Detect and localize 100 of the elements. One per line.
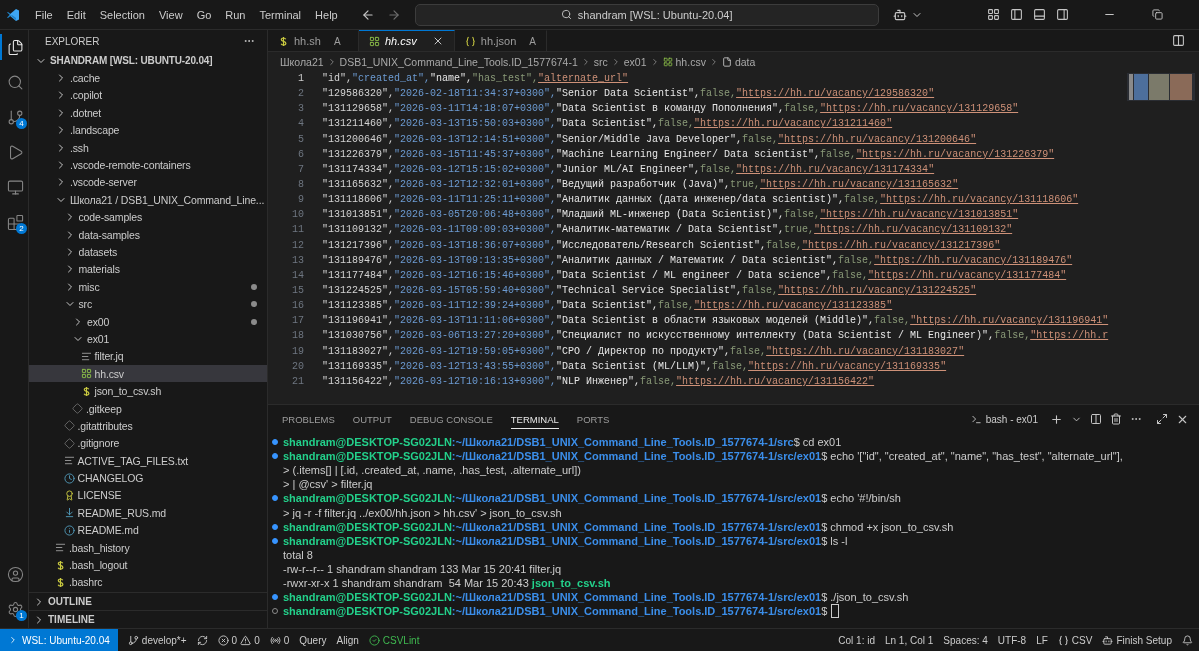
- branch-status[interactable]: develop*+: [127, 634, 187, 646]
- url-link[interactable]: "https://hh.ru/vacancy/131013851": [820, 209, 1019, 221]
- url-link[interactable]: "https://hh.ru/vacancy/131123385": [694, 300, 893, 312]
- url-link[interactable]: "https://hh.ru/vacancy/131165632": [760, 179, 959, 191]
- breadcrumb-item[interactable]: DSB1_UNIX_Command_Line_Tools.ID_1577674-1: [339, 55, 578, 68]
- url-link[interactable]: "https://hh.ru/vacancy/131183027": [766, 345, 965, 357]
- url-link[interactable]: "https://hh.ru/vacancy/131174334": [736, 163, 935, 175]
- url-link[interactable]: "https://hh.ru/vacancy/129586320": [736, 88, 935, 100]
- setup-status[interactable]: Finish Setup: [1102, 634, 1172, 646]
- copilot-icon[interactable]: [892, 7, 907, 22]
- tree-item[interactable]: CHANGELOG: [29, 469, 267, 487]
- tree-item[interactable]: ex00: [29, 312, 267, 331]
- tree-item[interactable]: code-samples: [29, 208, 267, 226]
- status-item[interactable]: Query: [299, 634, 327, 646]
- panel-tab[interactable]: PORTS: [576, 409, 610, 429]
- trash-icon[interactable]: [1110, 413, 1122, 425]
- url-link[interactable]: "alternate_url": [538, 73, 629, 85]
- maximize-icon[interactable]: [1156, 413, 1168, 425]
- sidebar-toggle-icon[interactable]: [1010, 8, 1023, 21]
- url-link[interactable]: "https://hh.ru/vacancy/131169335": [748, 360, 947, 372]
- url-link[interactable]: "https://hh.ru/vacancy/131109132": [814, 224, 1013, 236]
- bell-icon[interactable]: [1182, 634, 1193, 646]
- tree-item[interactable]: src: [29, 295, 267, 313]
- panel-toggle-icon[interactable]: [1033, 8, 1046, 21]
- section-header[interactable]: OUTLINE: [29, 592, 267, 610]
- command-status-dot[interactable]: [272, 453, 278, 460]
- tree-item[interactable]: README_RUS.md: [29, 504, 267, 522]
- url-link[interactable]: "https://hh.ru/vacancy/131118606": [880, 194, 1079, 206]
- csvlint-status[interactable]: CSVLint: [368, 634, 420, 646]
- sync-icon[interactable]: [196, 634, 208, 646]
- status-item[interactable]: UTF-8: [997, 634, 1027, 646]
- tree-item[interactable]: .gitignore: [29, 434, 267, 452]
- tree-item[interactable]: .bash_logout: [29, 556, 267, 574]
- command-status-dot[interactable]: [272, 439, 278, 446]
- status-item[interactable]: Ln 1, Col 1: [884, 634, 934, 646]
- remote-indicator[interactable]: WSL: Ubuntu-20.04: [0, 629, 118, 651]
- command-status-dot[interactable]: [272, 495, 278, 502]
- panel-tab[interactable]: OUTPUT: [352, 409, 392, 429]
- tree-item[interactable]: README.md: [29, 521, 267, 539]
- tree-item[interactable]: .cache: [29, 69, 267, 87]
- tree-item[interactable]: .copilot: [29, 86, 267, 105]
- tree-item[interactable]: materials: [29, 260, 267, 279]
- url-link[interactable]: "https://hh.ru/vacancy/131224525": [778, 285, 977, 297]
- menu-item[interactable]: Edit: [61, 6, 91, 23]
- menu-item[interactable]: Terminal: [254, 6, 307, 23]
- panel-tab[interactable]: PROBLEMS: [282, 409, 335, 429]
- tree-item[interactable]: datasets: [29, 243, 267, 261]
- tree-item[interactable]: ex01: [29, 330, 267, 348]
- status-item[interactable]: Align: [336, 634, 359, 646]
- url-link[interactable]: "https://hh.ru/vacancy/131189476": [874, 254, 1073, 266]
- ports-status[interactable]: 0: [269, 634, 290, 646]
- split-terminal-icon[interactable]: [1090, 413, 1102, 425]
- back-arrow-icon[interactable]: [360, 7, 375, 22]
- url-link[interactable]: "https://hh.r: [1030, 330, 1109, 342]
- tree-item[interactable]: data-samples: [29, 225, 267, 244]
- url-link[interactable]: "https://hh.ru/vacancy/131196941": [910, 315, 1109, 327]
- breadcrumb-item[interactable]: ex01: [623, 55, 647, 68]
- tree-item[interactable]: .gitkeep: [29, 399, 267, 418]
- status-item[interactable]: Spaces: 4: [943, 634, 988, 646]
- command-status-dot[interactable]: [272, 594, 278, 601]
- url-link[interactable]: "https://hh.ru/vacancy/131200646": [778, 133, 977, 145]
- url-link[interactable]: "https://hh.ru/vacancy/131129658": [820, 103, 1019, 115]
- tree-item[interactable]: .ssh: [29, 138, 267, 157]
- problems-status[interactable]: 0 0: [217, 634, 260, 646]
- forward-arrow-icon[interactable]: [386, 7, 401, 22]
- status-item[interactable]: Col 1: id: [838, 634, 875, 646]
- activity-tab[interactable]: 2: [0, 209, 28, 235]
- layout-icon[interactable]: [987, 8, 1000, 21]
- minimap-drawing[interactable]: [1127, 73, 1195, 101]
- tree-item[interactable]: .vscode-remote-containers: [29, 156, 267, 174]
- secondary-sidebar-icon[interactable]: [1056, 8, 1069, 21]
- tree-item[interactable]: ACTIVE_TAG_FILES.txt: [29, 452, 267, 470]
- url-link[interactable]: "https://hh.ru/vacancy/131211460": [694, 118, 893, 130]
- menu-item[interactable]: Selection: [94, 6, 150, 23]
- menu-item[interactable]: File: [30, 6, 58, 23]
- url-link[interactable]: "https://hh.ru/vacancy/131156422": [676, 375, 875, 387]
- command-status-dot[interactable]: [272, 523, 278, 530]
- activity-tab[interactable]: 1: [0, 596, 28, 622]
- language-status[interactable]: CSV: [1057, 634, 1093, 646]
- status-item[interactable]: LF: [1036, 634, 1048, 646]
- menu-item[interactable]: Go: [191, 6, 217, 23]
- tree-item[interactable]: misc: [29, 278, 267, 296]
- terminal-selector[interactable]: bash - ex01: [970, 413, 1038, 425]
- panel-tab[interactable]: TERMINAL: [510, 409, 559, 429]
- activity-tab[interactable]: 4: [0, 104, 28, 130]
- workspace-header[interactable]: SHANDRAM [WSL: UBUNTU-20.04]: [29, 52, 267, 70]
- plus-icon[interactable]: [1050, 412, 1063, 426]
- tree-item[interactable]: Школа21 / DSB1_UNIX_Command_Line...: [29, 191, 267, 209]
- tree-item[interactable]: LICENSE: [29, 486, 267, 505]
- url-link[interactable]: "https://hh.ru/vacancy/131217396": [802, 239, 1001, 251]
- panel-tab[interactable]: DEBUG CONSOLE: [409, 409, 493, 429]
- tree-item[interactable]: .bash_history: [29, 538, 267, 557]
- breadcrumb-item[interactable]: src: [593, 55, 608, 68]
- tree-item[interactable]: filter.jq: [29, 347, 267, 366]
- breadcrumb-item[interactable]: Школа21: [280, 55, 324, 68]
- restore-icon[interactable]: [1152, 9, 1163, 20]
- breadcrumb-item[interactable]: data: [734, 55, 756, 68]
- tree-item[interactable]: .vscode-server: [29, 173, 267, 192]
- url-link[interactable]: "https://hh.ru/vacancy/131177484": [868, 269, 1067, 281]
- tree-item[interactable]: .landscape: [29, 121, 267, 139]
